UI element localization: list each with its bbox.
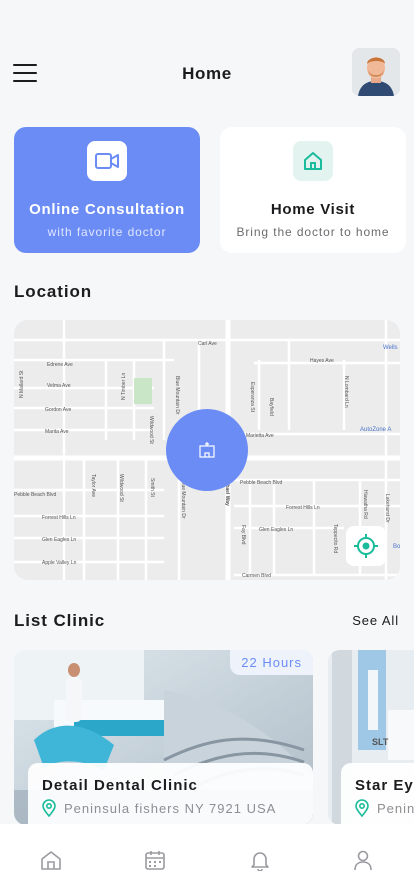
hospital-icon (199, 442, 215, 458)
map-label: Bo (393, 544, 400, 550)
locate-me-button[interactable] (346, 526, 386, 566)
map-label: Forrest Hills Ln (286, 505, 320, 511)
map-label: Marita Ave (45, 429, 69, 435)
clinic-location-marker[interactable] (166, 409, 248, 491)
app-header: Home (0, 48, 414, 100)
tab-profile[interactable] (349, 846, 377, 874)
tab-calendar[interactable] (141, 846, 169, 874)
clinic-name: Star Eye (355, 777, 414, 794)
map-label: Hiawatha Rd (362, 490, 368, 519)
avatar[interactable] (352, 48, 400, 96)
map-label: Gordon Ave (45, 407, 72, 413)
map-label: Velma Ave (47, 383, 71, 389)
map-label: Taylor Ave (90, 474, 96, 497)
map-label: Wildwood St (148, 416, 154, 444)
clinic-info-panel: Detail Dental Clinic Peninsula fishers N… (28, 763, 313, 825)
map-label: Carl Ave (198, 341, 217, 347)
location-map[interactable]: Carl Ave Hayes Ave Wells Edrene Ave Velm… (14, 320, 400, 580)
map-label: N Mallard St (19, 370, 25, 398)
map-label: Smith St (149, 478, 155, 498)
card-subtitle: with favorite doctor (47, 225, 167, 239)
clinic-name: Detail Dental Clinic (42, 777, 198, 794)
map-label: Wells (383, 345, 398, 351)
map-label: Teppecito Rd (332, 524, 338, 553)
map-label: Blue Mountain Dr (180, 480, 186, 519)
card-subtitle: Bring the doctor to home (236, 225, 390, 239)
house-icon (293, 141, 333, 181)
map-label: Pebble Beach Blvd (240, 480, 282, 486)
home-icon (41, 851, 61, 870)
map-label: Bayfield (268, 398, 274, 416)
map-label: Pebble Beach Blvd (14, 492, 56, 498)
tab-home[interactable] (37, 846, 65, 874)
clinic-address: Penin (377, 801, 414, 816)
map-label: Blue Mountain Dr (174, 376, 180, 415)
svg-text:SLT: SLT (372, 737, 389, 747)
online-consultation-card[interactable]: Online Consultation with favorite doctor (14, 127, 200, 253)
map-label: Glen Eagles Ln (259, 527, 293, 533)
location-pin-icon (355, 799, 369, 817)
location-pin-icon (42, 799, 56, 817)
clinic-list-heading: List Clinic (14, 611, 106, 630)
home-visit-card[interactable]: Home Visit Bring the doctor to home (220, 127, 406, 253)
map-label: Lakehurst Dr (384, 494, 390, 523)
tab-notifications[interactable] (246, 846, 274, 874)
card-title: Home Visit (270, 201, 356, 218)
user-icon (354, 850, 372, 871)
map-label: Marietta Ave (246, 433, 274, 439)
map-label: N Lombard Ln (343, 376, 349, 408)
clinic-card[interactable]: 22 Hours Detail Dental Clinic Peninsula … (14, 650, 313, 825)
map-label: Glen Eagles Ln (42, 537, 76, 543)
map-label: Esperanza St (249, 382, 255, 413)
location-heading: Location (14, 282, 93, 301)
map-label: Hayes Ave (310, 358, 334, 364)
clinic-address: Peninsula fishers NY 7921 USA (64, 801, 277, 816)
clinic-info-panel: Star Eye Penin (341, 763, 414, 825)
bell-icon (251, 852, 269, 871)
map-label: Wildwood St (118, 474, 124, 502)
map-label: Fay Blvd (240, 525, 246, 545)
map-label: Carmen Blvd (242, 573, 271, 579)
map-label: Apple Valley Ln (42, 560, 77, 566)
hours-badge: 22 Hours (230, 650, 313, 675)
video-camera-icon (87, 141, 127, 181)
calendar-icon (145, 851, 165, 870)
map-label: Edrene Ave (47, 362, 73, 368)
map-label: Forrest Hills Ln (42, 515, 76, 521)
crosshair-icon (354, 534, 378, 558)
see-all-link[interactable]: See All (352, 613, 399, 628)
clinic-card[interactable]: SLT Star Eye Penin (328, 650, 414, 825)
map-label: AutoZone A (360, 427, 391, 433)
card-title: Online Consultation (29, 201, 185, 218)
map-label: N Timber Ln (121, 373, 127, 400)
bottom-tab-bar (0, 824, 414, 896)
